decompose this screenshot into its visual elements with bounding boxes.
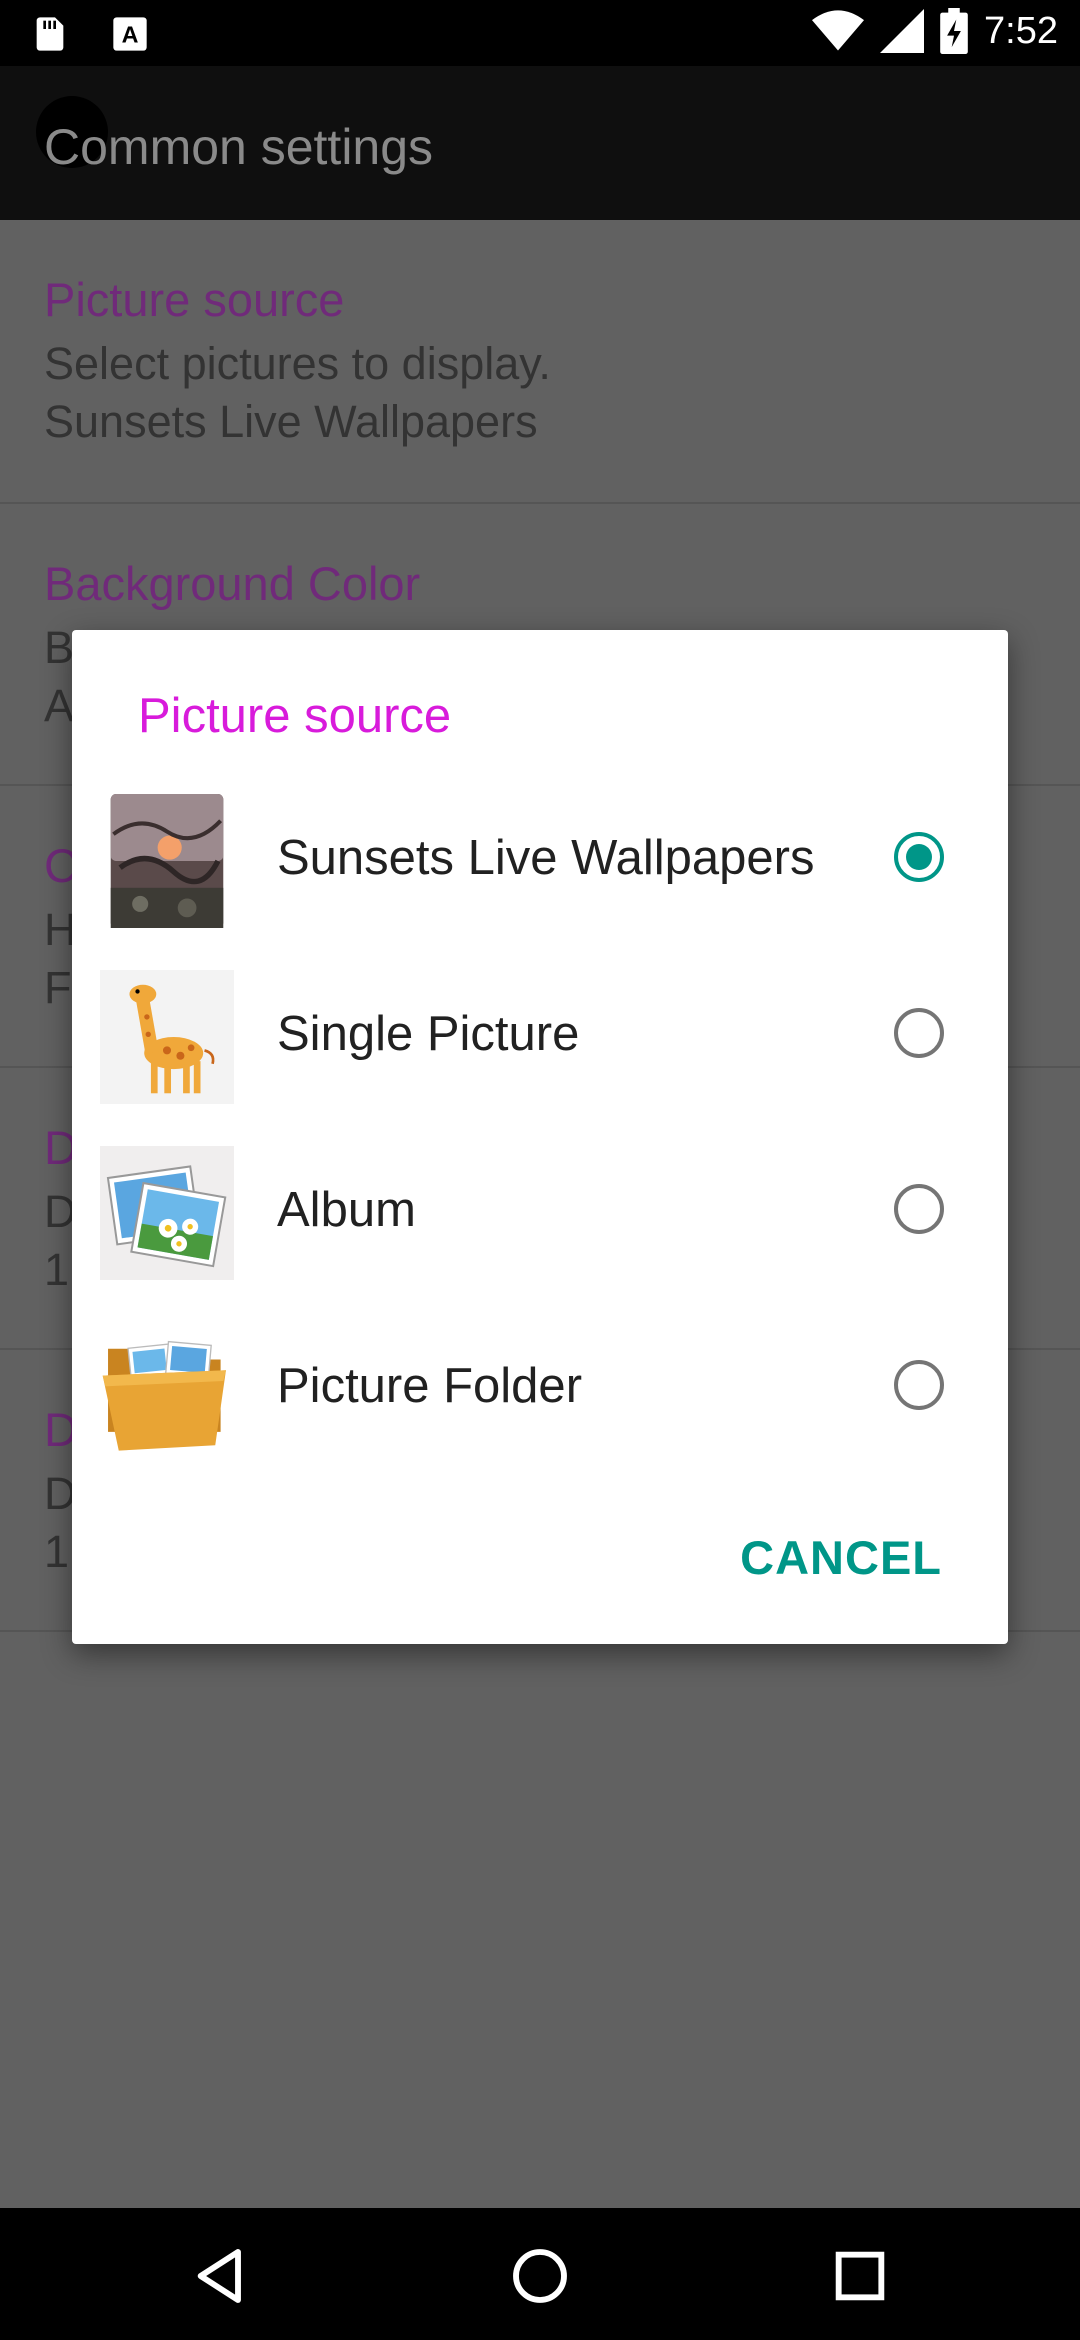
setting-summary: Select pictures to display. — [44, 338, 551, 389]
a-notification-icon: A — [113, 17, 147, 51]
giraffe-thumbnail — [100, 970, 234, 1104]
setting-title: Background Color — [44, 557, 421, 610]
folder-icon — [102, 1340, 226, 1451]
setting-value: A — [44, 680, 75, 731]
option-label: Sunsets Live Wallpapers — [277, 831, 815, 885]
svg-text:A: A — [122, 21, 139, 47]
wifi-icon — [812, 10, 865, 51]
sunset-thumbnail — [110, 794, 224, 928]
setting-title: Picture source — [44, 273, 345, 326]
sd-card-icon — [36, 17, 64, 51]
option-label: Picture Folder — [277, 1359, 583, 1413]
battery-charging-icon — [940, 8, 968, 54]
setting-value: 1 — [44, 1526, 70, 1577]
option-single-picture[interactable]: Single Picture — [72, 954, 1008, 1130]
cell-signal-icon — [880, 9, 925, 53]
status-time: 7:52 — [984, 9, 1058, 52]
dialog-title: Picture source — [138, 689, 452, 743]
recents-icon[interactable] — [828, 2244, 892, 2308]
status-bar: A 7:52 — [0, 0, 1080, 66]
page-title: Common settings — [44, 119, 434, 175]
setting-picture-source[interactable]: Picture source Select pictures to displa… — [0, 220, 1080, 504]
radio-button[interactable] — [894, 1360, 944, 1410]
setting-value: F — [44, 962, 72, 1013]
album-photos-icon — [100, 1146, 234, 1280]
option-sunsets-live-wallpapers[interactable]: Sunsets Live Wallpapers — [72, 778, 1008, 954]
home-icon[interactable] — [508, 2244, 572, 2308]
option-album[interactable]: Album — [72, 1130, 1008, 1306]
back-icon[interactable] — [190, 2244, 254, 2308]
option-label: Album — [277, 1183, 416, 1237]
radio-button[interactable] — [894, 1008, 944, 1058]
option-picture-folder[interactable]: Picture Folder — [72, 1306, 1008, 1482]
picture-source-dialog: Picture source Sunsets Live Wallpapers S… — [72, 630, 1008, 1644]
radio-button-selected[interactable] — [894, 832, 944, 882]
radio-button[interactable] — [894, 1184, 944, 1234]
navigation-bar — [0, 2208, 1080, 2340]
setting-value: 1 — [44, 1244, 70, 1295]
option-label: Single Picture — [277, 1007, 580, 1061]
cancel-button[interactable]: CANCEL — [740, 1530, 942, 1585]
setting-summary: B — [44, 622, 75, 673]
setting-value: Sunsets Live Wallpapers — [44, 396, 538, 447]
app-bar: Common settings — [0, 66, 1080, 220]
